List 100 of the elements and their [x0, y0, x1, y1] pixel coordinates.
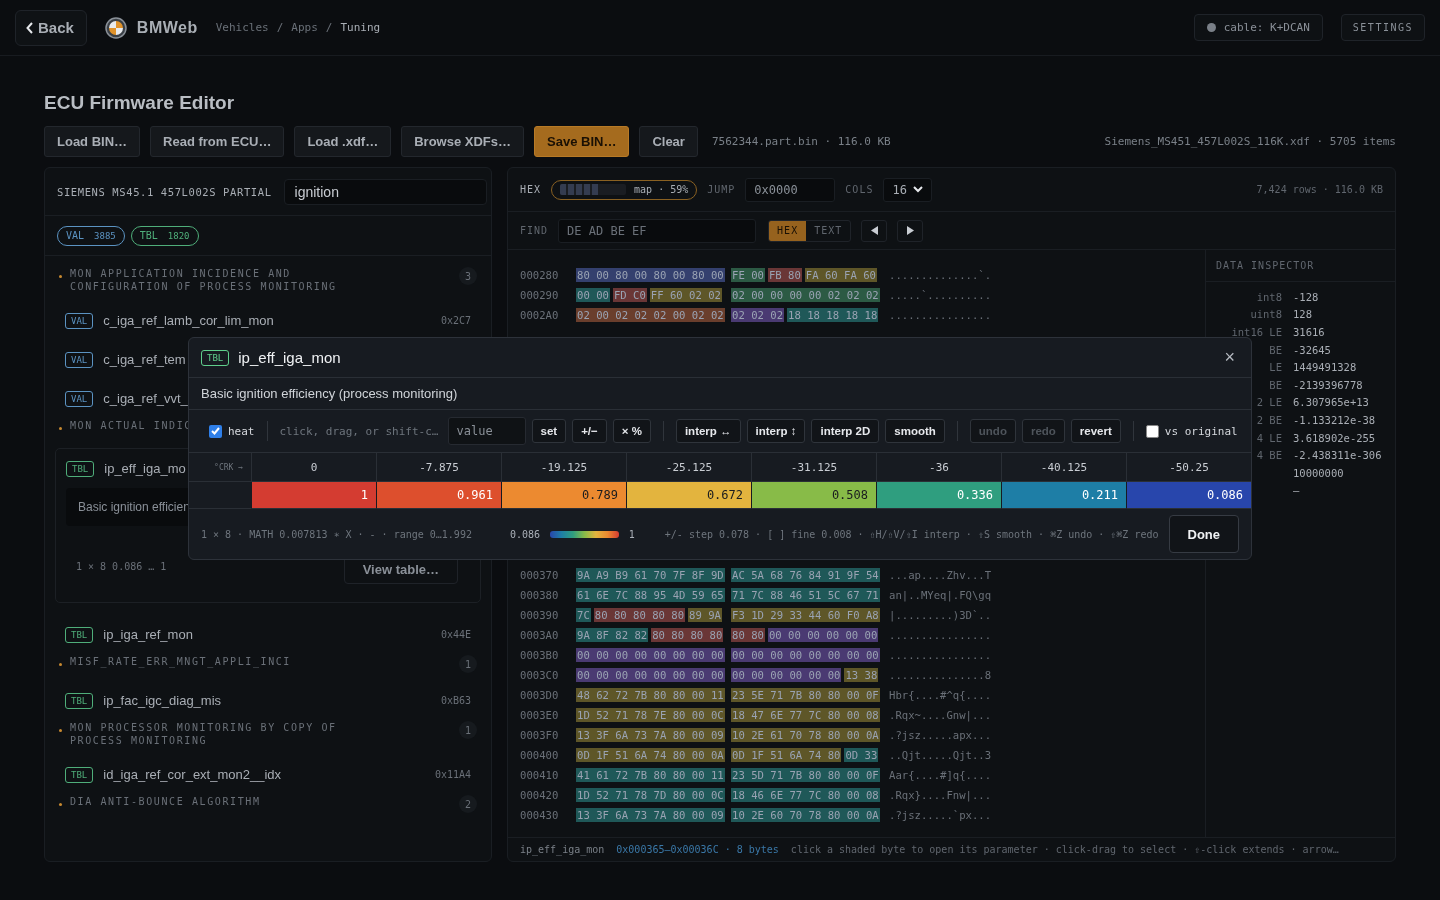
hex-address: 0003B0 [520, 649, 560, 661]
hex-address: 0003C0 [520, 669, 560, 681]
hex-address: 0003A0 [520, 629, 560, 641]
type-tag: TBL [65, 626, 94, 643]
cable-status: cable: K+DCAN [1193, 14, 1323, 41]
row-summary: 7,424 rows · 116.0 KB [1256, 184, 1383, 195]
inspector-value: -1.133212e-38 [1293, 413, 1376, 426]
type-label: uint8 [1250, 308, 1282, 321]
group-title: DIA ANTI-BOUNCE ALGORITHM [70, 795, 261, 808]
status-hint: click a shaded byte to open its parameter · click-drag to select · ⇧-click extends · arrow… [790, 844, 1339, 855]
inspector-value: 6.307965e+13 [1293, 396, 1369, 409]
hex-address: 000370 [520, 569, 560, 581]
shortcut-hint: +/- step 0.078 · [ ] fine 0.008 · ⇧H/⇧V/⇧I interp · ⇧S smooth · ⌘Z undo · ⇧⌘Z redo [664, 528, 1159, 540]
dialog-title: ip_eff_iga_mon [238, 349, 341, 366]
inspector-value: -2.438311e-306 [1293, 449, 1382, 462]
table-info: 1 × 8 · MATH 0.007813 ∗ X · - · range 0…1.992 [201, 528, 472, 540]
group-title: MON ACTUAL INDIC [70, 419, 192, 432]
parameter-name: ip_iga_ref_mon [103, 627, 193, 642]
page-title: ECU Firmware Editor [44, 92, 236, 114]
type-tag: VAL [65, 312, 94, 329]
axis-label: °CRK → [189, 453, 251, 482]
inspector-value: -128 [1293, 290, 1319, 303]
inspector-value: 1449491328 [1293, 361, 1357, 374]
hex-address: 0002A0 [520, 309, 560, 321]
legend-max: 1 [628, 528, 635, 540]
ascii-text: ................ [889, 309, 992, 321]
group-title: MISF_RATE_ERR_MNGT_APPLI_INCI [70, 655, 291, 668]
hex-address: 0003D0 [520, 689, 560, 701]
inspector-value: -32645 [1293, 343, 1331, 356]
ascii-text: ...ap....Zhv...T [889, 569, 992, 581]
group-count: 3 [459, 267, 477, 285]
hex-address: 000380 [520, 589, 560, 601]
field-label: COLS [845, 184, 874, 195]
ascii-text: an|..MYeq|.FQ\gq [889, 589, 992, 601]
breadcrumb-separator: / [276, 21, 284, 34]
panel-title: SIEMENS MS45.1 457L002S PARTIAL [57, 185, 272, 198]
parameter-address: 0xB63 [440, 695, 471, 706]
parameter-name: id_iga_ref_cor_ext_mon2__idx [103, 767, 282, 782]
parameter-name: c_iga_ref_tem [103, 352, 186, 367]
type-tag: VAL [65, 351, 94, 368]
parameter-name: ip_eff_iga_mo [104, 461, 186, 476]
ascii-text: ................ [889, 649, 992, 661]
panel-label: HEX [520, 184, 542, 195]
type-tag: TBL [65, 692, 94, 709]
group-title: MON PROCESSOR MONITORING BY COPY OF PROCESS MONITORING [70, 721, 338, 747]
type-label: 4 BE [1256, 449, 1282, 462]
dialog-description: Basic ignition efficiency (process monitoring) [189, 378, 1251, 410]
hex-address: 000280 [520, 269, 560, 281]
inspector-value: – [1293, 484, 1300, 497]
inspector-title: DATA INSPECTOR [1216, 260, 1315, 271]
type-tag: TBL [66, 460, 95, 477]
ascii-text: ..Qjt.....Qjt..3 [889, 749, 992, 761]
group-title: MON APPLICATION INCIDENCE AND CONFIGURATION OF PROCESS MONITORING [70, 267, 338, 293]
parameter-address: 0x11A4 [434, 769, 471, 780]
parameter-name: c_iga_ref_vvt_ [103, 391, 188, 406]
parameter-address: 0x44E [440, 629, 471, 640]
type-label: int16 LE [1231, 326, 1282, 338]
parameter-address: 0x2C7 [440, 315, 471, 326]
hex-address: 0003E0 [520, 709, 560, 721]
inspector-value: -2139396778 [1293, 378, 1363, 391]
group-count: 1 [459, 655, 477, 673]
type-tag: TBL [201, 349, 230, 366]
legend-min: 0.086 [509, 528, 541, 540]
brand-name: BMWeb [136, 18, 198, 37]
type-tag: TBL [65, 766, 94, 783]
ascii-text: Hbr{....#^q{.... [889, 689, 992, 701]
ascii-text: .?jsz.....`px... [889, 809, 992, 821]
parameter-name: ip_fac_igc_diag_mis [103, 693, 222, 708]
type-label: 2 LE [1256, 396, 1282, 409]
hex-address: 000390 [520, 609, 560, 621]
file-info: 7562344.part.bin · 116.0 KB [711, 135, 891, 148]
inspector-value: 10000000 [1293, 466, 1344, 479]
breadcrumb-separator: / [325, 21, 333, 34]
type-tag: VAL [65, 390, 94, 407]
hex-address: 000420 [520, 789, 560, 801]
inspector-value: 128 [1293, 308, 1312, 321]
hex-address: 000290 [520, 289, 560, 301]
xdf-info: Siemens_MS451_457L002S_116K.xdf · 5705 items [1104, 135, 1396, 148]
group-count: 2 [459, 795, 477, 813]
field-label: FIND [520, 225, 549, 236]
hex-address: 000410 [520, 769, 560, 781]
hex-address: 000430 [520, 809, 560, 821]
type-label: int8 [1256, 290, 1282, 303]
ascii-text: .Rqx}....Fnw|... [889, 789, 992, 801]
type-label: LE [1269, 361, 1282, 374]
ascii-text: .....`.......... [889, 289, 992, 301]
ascii-text: Aar{....#]q{.... [889, 769, 992, 781]
type-label: 2 BE [1256, 413, 1282, 426]
field-label: JUMP [707, 184, 736, 195]
hex-address: 0003F0 [520, 729, 560, 741]
type-label: 4 LE [1256, 431, 1282, 444]
type-label: BE [1269, 378, 1282, 391]
inspector-value: 31616 [1293, 326, 1325, 338]
type-label: BE [1269, 343, 1282, 356]
ascii-text: ................ [889, 629, 992, 641]
parameter-stats: 1 × 8 0.086 … 1 [76, 560, 167, 572]
ascii-text: .?jsz.....apx... [889, 729, 992, 741]
parameter-name: c_iga_ref_lamb_cor_lim_mon [103, 313, 274, 328]
status-name: ip_eff_iga_mon [520, 844, 605, 855]
edit-hint: click, drag, or shift-c… [279, 424, 440, 438]
